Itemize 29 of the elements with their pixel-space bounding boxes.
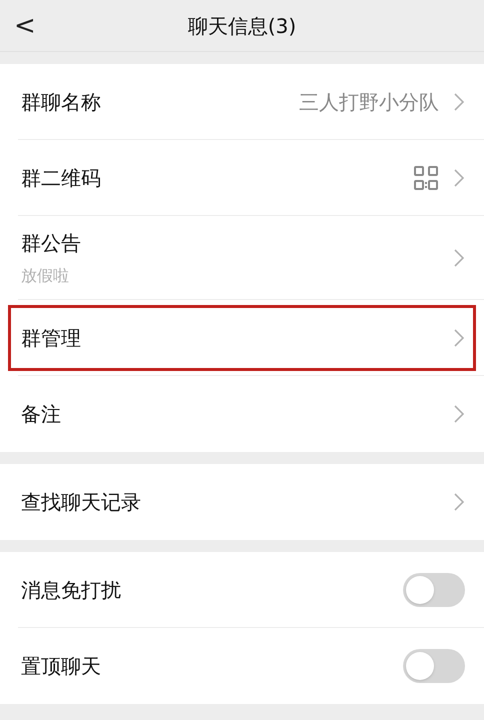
- settings-row[interactable]: 消息免打扰: [8, 556, 476, 622]
- row-label: 备注: [21, 401, 62, 428]
- settings-row[interactable]: 置顶聊天: [8, 633, 476, 699]
- settings-row[interactable]: 群管理: [8, 304, 476, 370]
- settings-row[interactable]: 群二维码: [8, 144, 476, 210]
- row-label: 群聊名称: [21, 88, 102, 116]
- row-value: 三人打野小分队: [299, 88, 439, 116]
- toggle-switch[interactable]: [403, 572, 465, 606]
- settings-row[interactable]: 群公告 放假啦: [8, 224, 476, 290]
- qr-code-icon: [413, 164, 439, 190]
- chevron-right-icon: [453, 492, 465, 512]
- settings-row[interactable]: 查找聊天记录: [8, 469, 476, 535]
- chevron-right-icon: [453, 328, 465, 348]
- back-button[interactable]: <: [14, 12, 36, 38]
- row-label: 置顶聊天: [21, 653, 102, 680]
- row-label: 群管理: [21, 324, 82, 352]
- row-label: 消息免打扰: [21, 576, 122, 604]
- row-label: 群二维码: [21, 164, 102, 192]
- settings-row[interactable]: 备注: [8, 381, 476, 447]
- chevron-right-icon: [453, 404, 465, 424]
- row-label: 查找聊天记录: [21, 489, 142, 516]
- chevron-right-icon: [453, 92, 465, 112]
- chevron-right-icon: [453, 168, 465, 188]
- row-subtitle: 放假啦: [21, 264, 70, 286]
- settings-row[interactable]: 群聊名称 三人打野小分队: [8, 68, 476, 134]
- chevron-right-icon: [453, 248, 465, 268]
- toggle-switch[interactable]: [403, 649, 465, 683]
- row-label: 群公告: [21, 230, 82, 256]
- window-title: 聊天信息(3): [188, 12, 296, 40]
